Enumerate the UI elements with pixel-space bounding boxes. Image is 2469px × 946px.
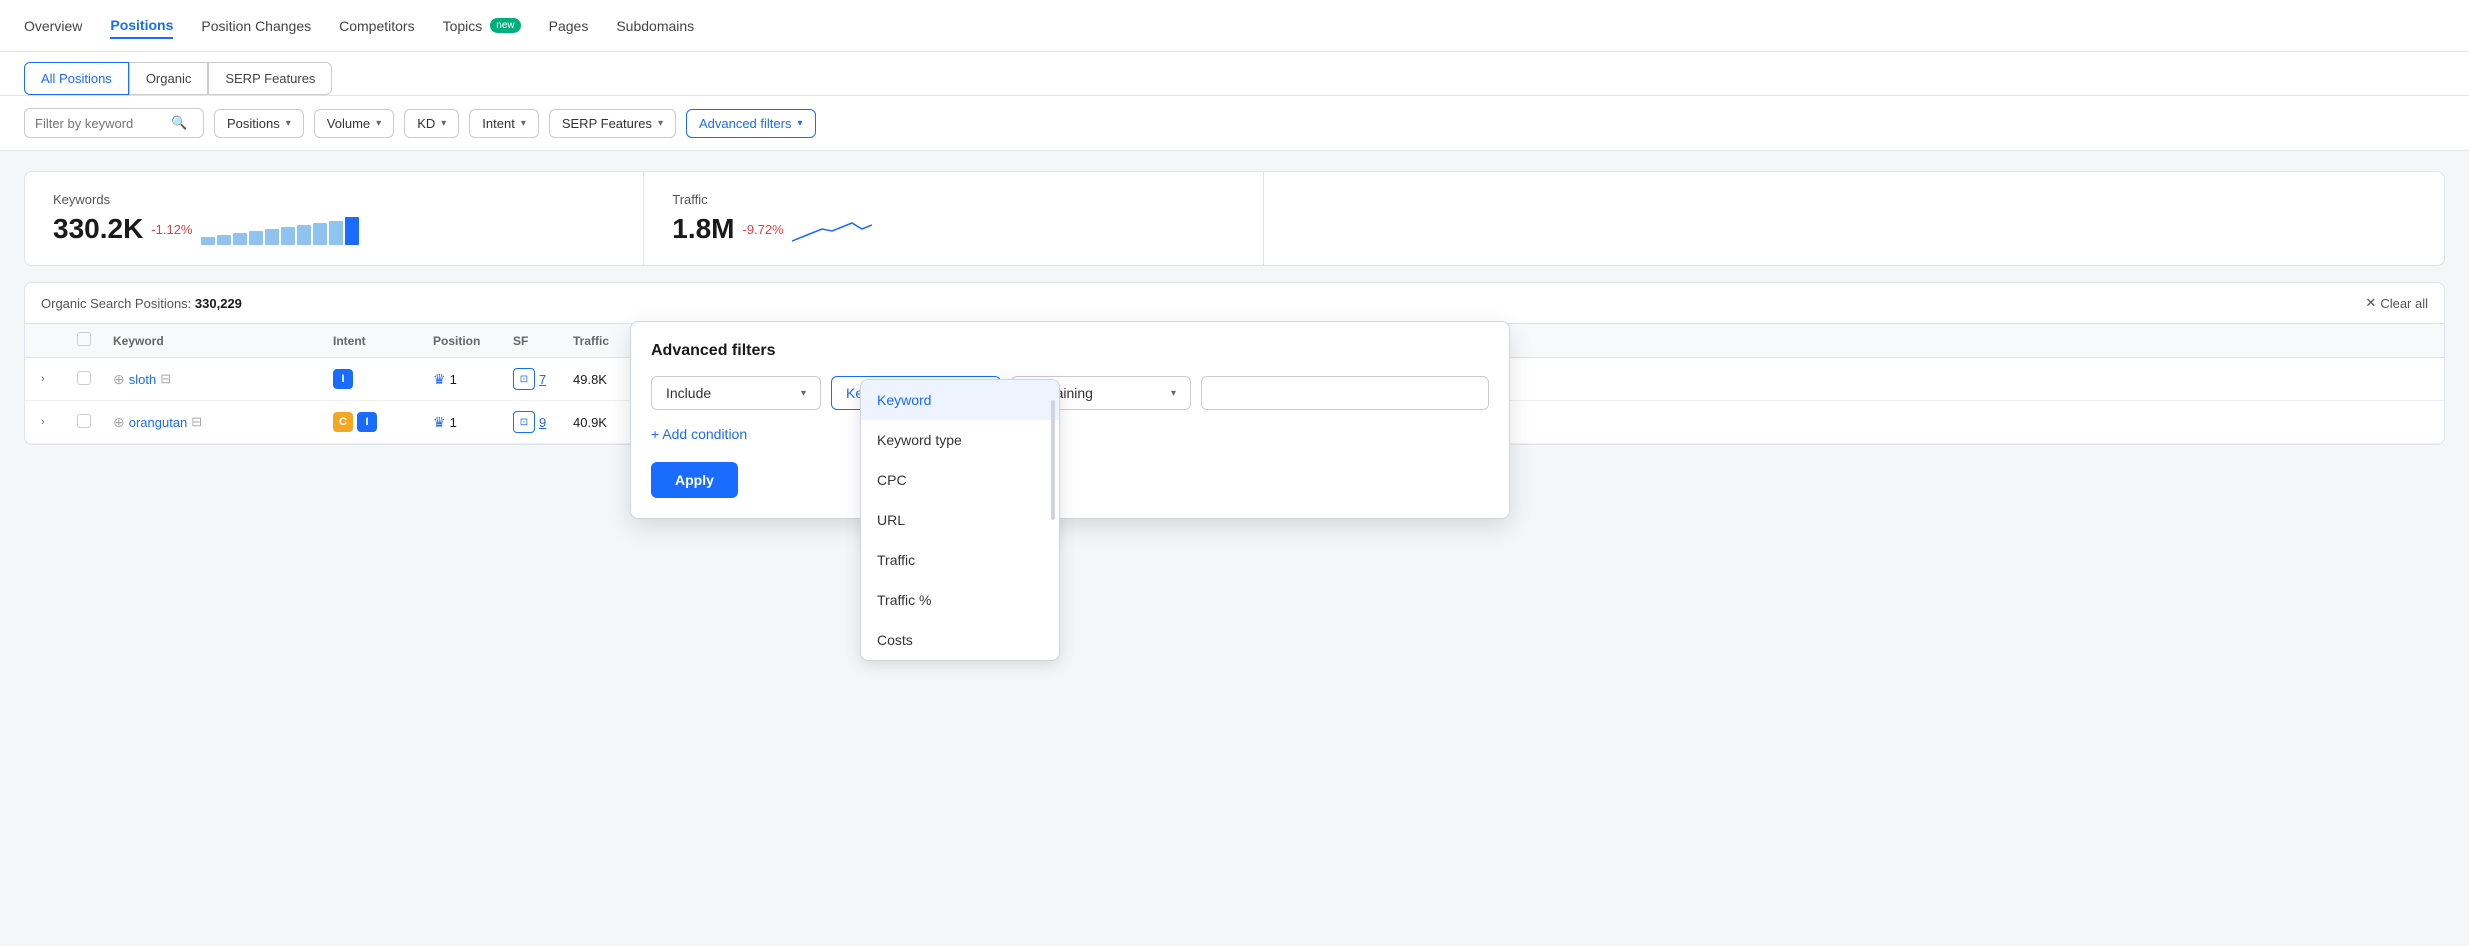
intent-cell: C I xyxy=(333,412,433,432)
sf-cell: ⊡ 9 xyxy=(513,411,573,433)
chevron-down-icon: ▾ xyxy=(801,388,806,399)
advanced-filters-title: Advanced filters xyxy=(651,342,1489,360)
actions-row: Apply xyxy=(651,462,1489,498)
nav-competitors[interactable]: Competitors xyxy=(339,14,414,38)
main-content: Keywords 330.2K -1.12% Tra xyxy=(0,151,2469,465)
add-icon[interactable]: ⊕ xyxy=(113,414,125,431)
kd-filter[interactable]: KD ▾ xyxy=(404,109,459,138)
nav-overview[interactable]: Overview xyxy=(24,14,82,38)
keywords-change: -1.12% xyxy=(151,222,192,237)
col-sf: SF xyxy=(513,334,573,348)
traffic-change: -9.72% xyxy=(743,222,784,237)
sf-count: 9 xyxy=(539,415,546,430)
filter-condition-row: Include ▾ Keyword ▾ Containing ▾ xyxy=(651,376,1489,410)
keywords-label: Keywords xyxy=(53,192,615,207)
filters-row: 🔍 Positions ▾ Volume ▾ KD ▾ Intent ▾ SER… xyxy=(0,96,2469,151)
intent-cell: I xyxy=(333,369,433,389)
kd-item-cpc[interactable]: CPC xyxy=(861,460,1059,500)
kd-item-costs[interactable]: Costs xyxy=(861,620,1059,660)
traffic-label: Traffic xyxy=(672,192,1234,207)
intent-badge-i: I xyxy=(333,369,353,389)
tab-serp-features[interactable]: SERP Features xyxy=(208,62,332,95)
nav-position-changes[interactable]: Position Changes xyxy=(201,14,311,38)
kd-item-url[interactable]: URL xyxy=(861,500,1059,540)
close-icon: ✕ xyxy=(2365,295,2376,311)
position-cell: ♛ 1 xyxy=(433,414,513,431)
keyword-cell: ⊕ sloth ⊟ xyxy=(113,371,333,388)
nav-positions[interactable]: Positions xyxy=(110,13,173,39)
search-icon: 🔍 xyxy=(171,115,187,131)
keywords-chart xyxy=(201,213,359,245)
keyword-search-box[interactable]: 🔍 xyxy=(24,108,204,138)
advanced-filters-panel: Advanced filters Include ▾ Keyword ▾ Con… xyxy=(630,321,1510,519)
table-header: Organic Search Positions: 330,229 ✕ Clea… xyxy=(25,283,2444,324)
position-cell: ♛ 1 xyxy=(433,371,513,388)
add-condition-button[interactable]: + Add condition xyxy=(651,426,1489,442)
empty-stat-1 xyxy=(1264,172,2445,265)
intent-badge-i: I xyxy=(357,412,377,432)
chevron-down-icon: ▾ xyxy=(441,118,446,129)
scrollbar xyxy=(1051,400,1055,520)
keyword-link[interactable]: sloth xyxy=(129,372,156,387)
chevron-down-icon: ▾ xyxy=(286,118,291,129)
top-nav: Overview Positions Position Changes Comp… xyxy=(0,0,2469,52)
chevron-down-icon: ▾ xyxy=(1171,388,1176,399)
traffic-stat: Traffic 1.8M -9.72% xyxy=(644,172,1263,265)
keywords-value: 330.2K -1.12% xyxy=(53,213,615,245)
expand-button[interactable]: › xyxy=(41,416,77,428)
search-input[interactable] xyxy=(35,116,165,131)
kd-item-traffic-pct[interactable]: Traffic % xyxy=(861,580,1059,620)
expand-button[interactable]: › xyxy=(41,373,77,385)
intent-filter[interactable]: Intent ▾ xyxy=(469,109,539,138)
intent-badge-c: C xyxy=(333,412,353,432)
positions-filter[interactable]: Positions ▾ xyxy=(214,109,304,138)
sf-icon[interactable]: ⊡ xyxy=(513,368,535,390)
chevron-down-icon: ▾ xyxy=(658,118,663,129)
sf-count: 7 xyxy=(539,372,546,387)
sf-cell: ⊡ 7 xyxy=(513,368,573,390)
row-checkbox[interactable] xyxy=(77,371,91,385)
row-checkbox[interactable] xyxy=(77,414,91,428)
nav-subdomains[interactable]: Subdomains xyxy=(616,14,694,38)
stats-row: Keywords 330.2K -1.12% Tra xyxy=(24,171,2445,266)
topics-badge: new xyxy=(490,18,520,33)
keyword-link[interactable]: orangutan xyxy=(129,415,188,430)
crown-icon: ♛ xyxy=(433,414,446,431)
sub-nav: All Positions Organic SERP Features xyxy=(0,52,2469,96)
advanced-filters-button[interactable]: Advanced filters ▾ xyxy=(686,109,816,138)
doc-icon: ⊟ xyxy=(160,371,171,387)
keyword-field-dropdown: Keyword Keyword type CPC URL Traffic Tra… xyxy=(860,379,1060,661)
filter-value-input[interactable] xyxy=(1201,376,1489,410)
tab-organic[interactable]: Organic xyxy=(129,62,209,95)
kd-item-keyword[interactable]: Keyword xyxy=(861,380,1059,420)
select-all-checkbox[interactable] xyxy=(77,332,91,346)
table-info: Organic Search Positions: 330,229 xyxy=(41,296,242,311)
nav-topics[interactable]: Topics new xyxy=(443,14,521,38)
col-position: Position xyxy=(433,334,513,348)
keywords-stat: Keywords 330.2K -1.12% xyxy=(25,172,644,265)
tab-all-positions[interactable]: All Positions xyxy=(24,62,129,95)
serp-features-filter[interactable]: SERP Features ▾ xyxy=(549,109,676,138)
doc-icon: ⊟ xyxy=(191,414,202,430)
add-icon[interactable]: ⊕ xyxy=(113,371,125,388)
kd-item-keyword-type[interactable]: Keyword type xyxy=(861,420,1059,460)
traffic-value: 1.8M -9.72% xyxy=(672,213,1234,245)
apply-button[interactable]: Apply xyxy=(651,462,738,498)
crown-icon: ♛ xyxy=(433,371,446,388)
nav-pages[interactable]: Pages xyxy=(549,14,589,38)
clear-all-button[interactable]: ✕ Clear all xyxy=(2365,295,2428,311)
keyword-cell: ⊕ orangutan ⊟ xyxy=(113,414,333,431)
chevron-down-icon: ▾ xyxy=(521,118,526,129)
col-keyword: Keyword xyxy=(113,334,333,348)
chevron-down-icon: ▾ xyxy=(376,118,381,129)
include-select[interactable]: Include ▾ xyxy=(651,376,821,410)
kd-item-traffic[interactable]: Traffic xyxy=(861,540,1059,580)
chevron-down-icon: ▾ xyxy=(797,118,802,129)
sf-icon[interactable]: ⊡ xyxy=(513,411,535,433)
col-intent: Intent xyxy=(333,334,433,348)
traffic-chart xyxy=(792,213,872,245)
volume-filter[interactable]: Volume ▾ xyxy=(314,109,394,138)
